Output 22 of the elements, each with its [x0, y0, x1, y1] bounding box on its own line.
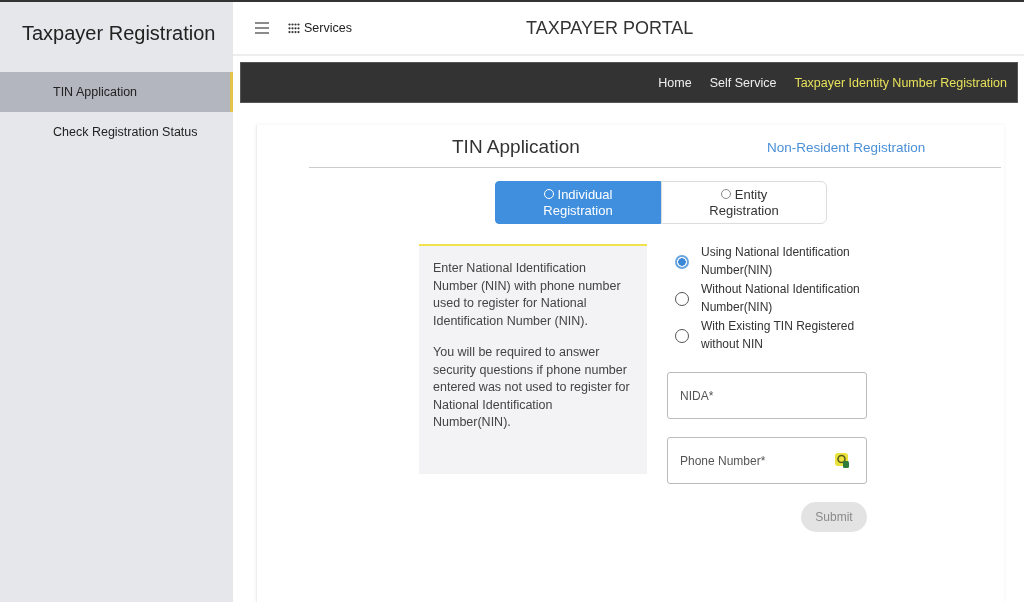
breadcrumb-link[interactable]: Home: [658, 75, 692, 90]
radio-label: Using National Identification Number(NIN): [701, 244, 851, 279]
radio-label: With Existing TIN Registered without NIN: [701, 318, 856, 353]
registration-tab[interactable]: Entity Registration: [661, 181, 827, 224]
radio-button[interactable]: [675, 254, 689, 269]
menu-icon[interactable]: [255, 22, 269, 34]
radio-label: Without National Identification Number(NIN): [701, 281, 861, 316]
sidebar-item[interactable]: TIN Application: [0, 72, 233, 112]
sidebar-title: Taxpayer Registration: [21, 21, 217, 46]
non-resident-link[interactable]: Non-Resident Registration: [767, 139, 926, 155]
breadcrumb-link[interactable]: Self Service: [709, 75, 777, 90]
input-field[interactable]: Phone Number*: [667, 437, 867, 484]
grid-icon[interactable]: [288, 22, 300, 34]
breadcrumb-link[interactable]: Taxpayer Identity Number Registration: [794, 75, 1007, 90]
portal-title: TAXPAYER PORTAL: [526, 17, 694, 39]
info-text: Enter National Identification Number (NIN) with phone number used to register for National Identification Number (NIN).: [433, 260, 622, 330]
services-link[interactable]: Services: [304, 21, 352, 35]
sidebar-item[interactable]: Check Registration Status: [0, 112, 233, 152]
info-text: You will be required to answer security questions if phone number entered was not used to register for National Identification Number(NIN).: [433, 344, 631, 431]
form-title: TIN Application: [452, 136, 581, 158]
input-field[interactable]: NIDA*: [667, 372, 867, 419]
key-icon: [835, 453, 850, 468]
